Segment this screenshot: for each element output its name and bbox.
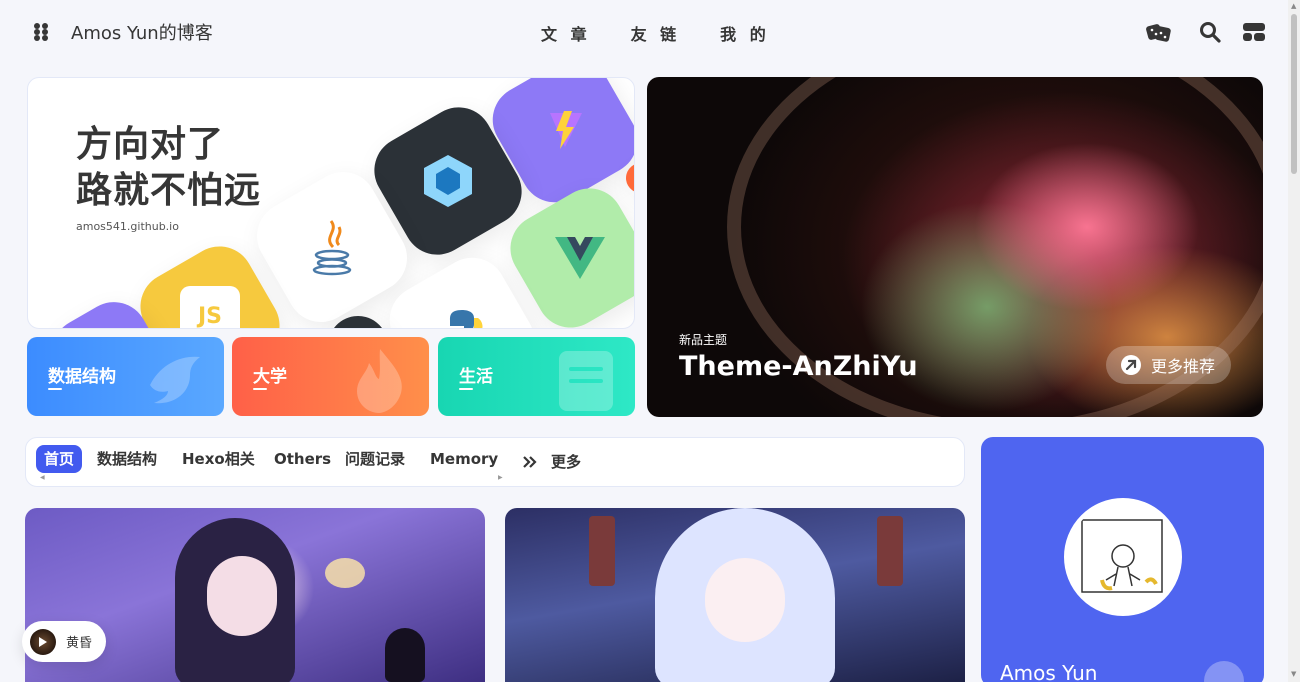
hero-banner: 方向对了 路就不怕远 amos541.github.io JS: [27, 77, 635, 329]
post-cover-lantern-left: [589, 516, 615, 586]
note-icon: [559, 351, 613, 411]
tab-issues[interactable]: 问题记录: [337, 445, 413, 473]
nav-item-articles[interactable]: 文 章: [541, 21, 591, 45]
category-label: 生活: [459, 362, 493, 390]
theme-title: Theme-AnZhiYu: [679, 351, 918, 382]
banner-title: 方向对了 路就不怕远: [76, 124, 262, 211]
scroll-left-icon[interactable]: ◀: [40, 474, 45, 481]
nav-item-me[interactable]: 我 的: [720, 21, 770, 45]
double-chevron-right-icon: [523, 455, 537, 468]
search-icon[interactable]: [1197, 20, 1223, 44]
dice-icon[interactable]: [1146, 20, 1172, 44]
site-header: Amos Yun的博客 文 章 友 链 我 的: [0, 0, 1288, 64]
category-label: 大学: [253, 362, 287, 390]
author-name: Amos Yun: [1000, 661, 1098, 682]
theme-subtitle: 新品主题: [679, 333, 728, 347]
author-info-card: Amos Yun: [981, 437, 1264, 682]
tab-home[interactable]: 首页: [36, 445, 83, 473]
scroll-up-icon[interactable]: ▲: [1291, 2, 1296, 10]
category-card-life[interactable]: 生活: [438, 337, 635, 416]
post-cover-face: [705, 558, 785, 642]
post-cover-butterfly: [325, 558, 365, 588]
flame-icon: [357, 349, 402, 413]
post-cover-cat: [385, 628, 425, 682]
scroll-down-icon[interactable]: ▼: [1291, 670, 1296, 678]
post-cover-face: [207, 556, 277, 636]
music-title: 黄昏: [66, 636, 93, 651]
arrow-up-right-icon: [1121, 355, 1141, 375]
music-player-capsule[interactable]: 黄昏: [22, 621, 106, 662]
category-card-data-structures[interactable]: 数据结构: [27, 337, 224, 416]
nav-item-links[interactable]: 友 链: [631, 21, 681, 45]
author-link-button[interactable]: [1204, 661, 1244, 682]
scroll-right-icon[interactable]: ▶: [498, 474, 503, 481]
scroll-thumb[interactable]: [1291, 14, 1297, 174]
category-more-label: 更多: [551, 453, 582, 471]
post-card[interactable]: [505, 508, 965, 682]
main-nav: 文 章 友 链 我 的: [541, 21, 770, 45]
tab-data-structures[interactable]: 数据结构: [89, 445, 165, 473]
banner-url: amos541.github.io: [76, 220, 179, 233]
tab-hexo[interactable]: Hexo相关: [174, 445, 263, 473]
category-bar: 首页 数据结构 Hexo相关 Others 问题记录 Memory ◀ ▶ 更多: [25, 437, 965, 487]
more-recommend-label: 更多推荐: [1151, 357, 1216, 376]
page-scrollbar[interactable]: ▲ ▼: [1288, 0, 1300, 682]
post-cover-lantern-right: [877, 516, 903, 586]
theme-recommend-card[interactable]: 新品主题 Theme-AnZhiYu 更多推荐: [647, 77, 1263, 417]
menu-grid-icon[interactable]: [34, 23, 50, 41]
tab-memory[interactable]: Memory: [422, 445, 506, 473]
avatar[interactable]: [1064, 498, 1182, 616]
site-title[interactable]: Amos Yun的博客: [71, 19, 213, 45]
bird-icon: [150, 356, 200, 404]
category-card-university[interactable]: 大学: [232, 337, 429, 416]
play-icon[interactable]: [30, 628, 56, 655]
layout-icon[interactable]: [1241, 20, 1267, 44]
category-more-button[interactable]: 更多: [523, 451, 581, 472]
tab-others[interactable]: Others: [266, 445, 339, 473]
more-recommend-button[interactable]: 更多推荐: [1106, 346, 1231, 384]
category-label: 数据结构: [48, 362, 116, 390]
